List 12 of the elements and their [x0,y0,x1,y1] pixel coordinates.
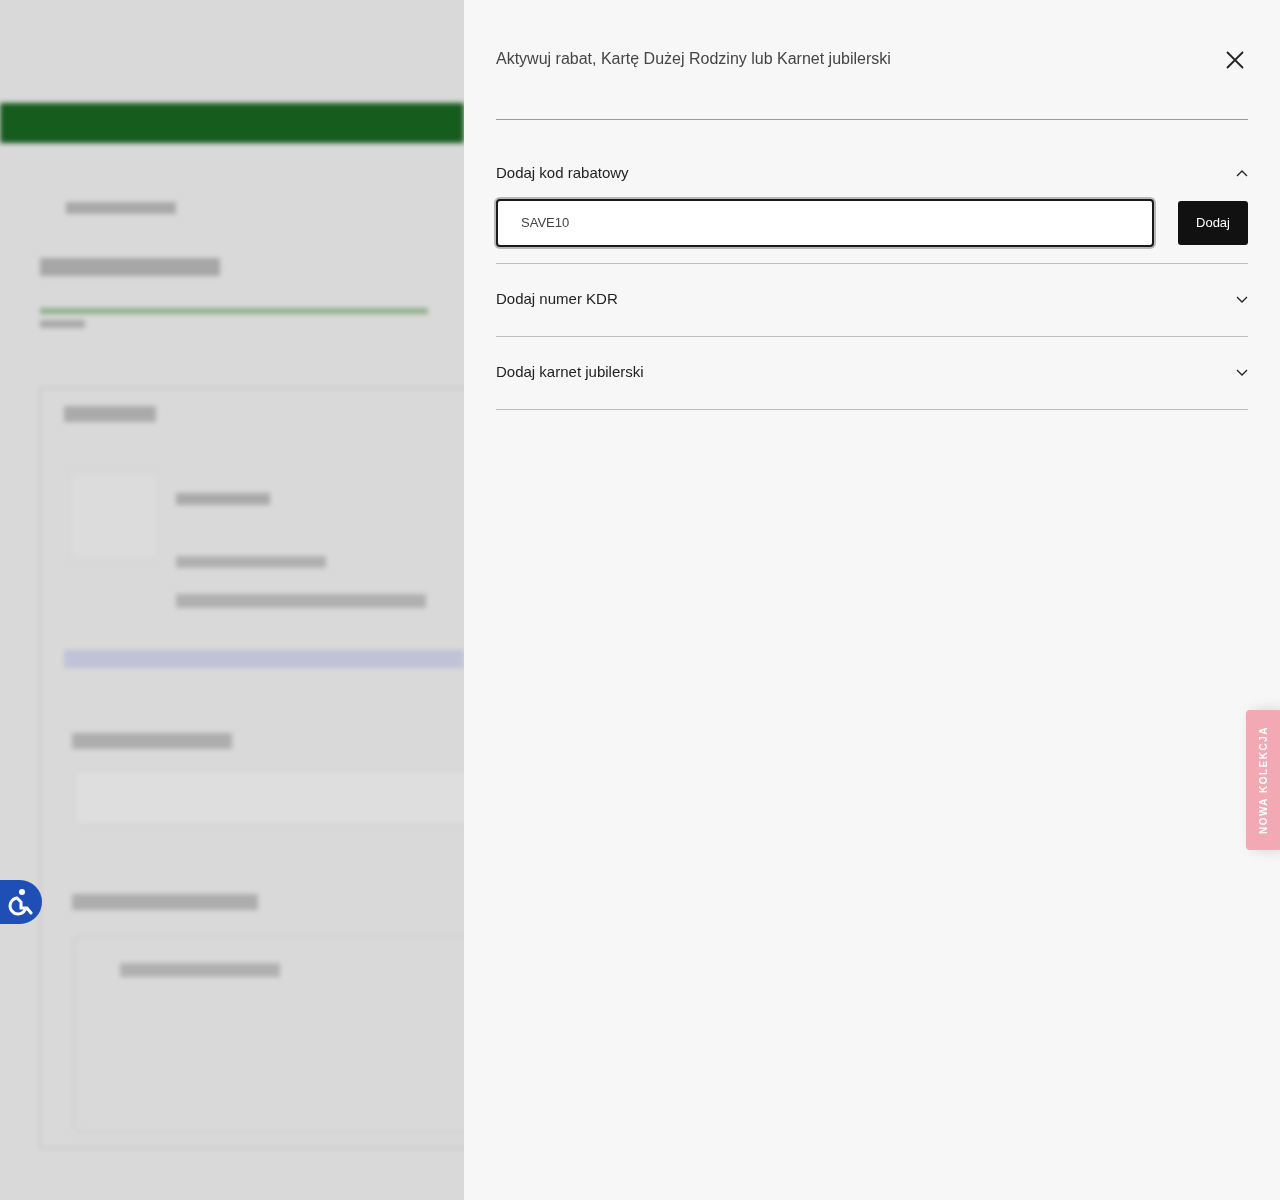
accessibility-button[interactable] [0,880,42,924]
discount-code-field[interactable]: SAVE10 [496,198,1154,247]
section-toggle[interactable]: Dodaj karnet jubilerski [496,336,1248,409]
section-toggle[interactable]: Dodaj numer KDR [496,263,1248,336]
chevron-down-icon [1236,295,1248,304]
chevron-up-icon [1236,169,1248,178]
dialog-title: Aktywuj rabat, Kartę Dużej Rodziny lub Karnet jubilerski [496,48,891,69]
add-button[interactable]: Dodaj [1178,200,1248,245]
section-toggle[interactable]: Dodaj kod rabatowy [496,162,1248,185]
chevron-down-icon [1236,368,1248,377]
close-icon [1226,50,1244,69]
accessibility-icon [8,888,34,916]
